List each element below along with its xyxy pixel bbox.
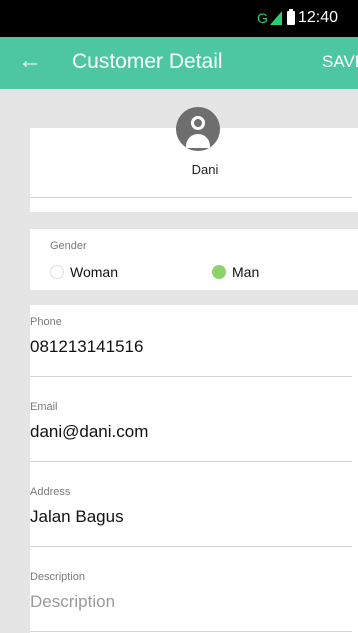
status-bar: G 12:40 [0,0,358,37]
address-underline [30,546,352,547]
status-time: 12:40 [298,9,339,26]
phone-underline [30,376,352,377]
email-field[interactable]: dani@dani.com [30,422,148,442]
email-label: Email [30,401,58,413]
save-button[interactable]: SAVE [322,52,358,72]
description-field[interactable]: Description [30,592,115,612]
description-underline [30,631,352,632]
back-arrow-icon[interactable]: ← [18,49,42,73]
gender-card [30,229,358,290]
address-field[interactable]: Jalan Bagus [30,507,124,527]
person-avatar-icon[interactable] [176,107,220,151]
network-type-indicator: G [257,10,268,26]
phone-label: Phone [30,316,62,328]
divider [30,197,352,198]
gender-option-label: Man [232,264,260,280]
customer-detail-screen: G 12:40 ← Customer Detail SAVE Dani Gend… [0,0,358,633]
customer-name: Dani [191,162,219,177]
page-title: Customer Detail [72,50,223,73]
phone-field[interactable]: 081213141516 [30,337,143,357]
battery-icon [287,9,295,25]
app-toolbar: ← Customer Detail SAVE [0,37,358,89]
radio-unchecked-icon[interactable] [50,265,64,279]
signal-strength-icon [270,11,282,25]
gender-label: Gender [50,240,87,252]
description-label: Description [30,571,86,583]
radio-checked-icon[interactable] [212,265,226,279]
gender-option-man[interactable]: Man [212,264,259,280]
gender-option-label: Woman [70,264,118,280]
address-label: Address [30,486,71,498]
gender-option-woman[interactable]: Woman [50,264,118,280]
email-underline [30,461,352,462]
